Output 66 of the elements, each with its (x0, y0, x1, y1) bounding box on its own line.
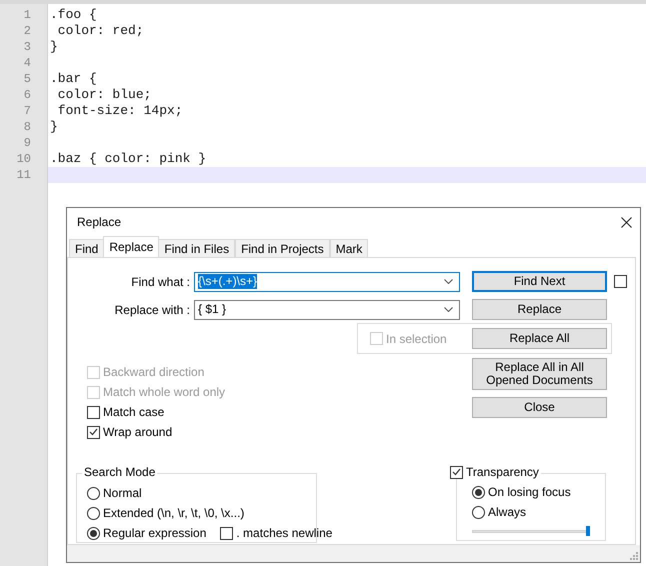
code-line: .baz { color: pink } (50, 151, 206, 166)
line-number: 4 (22, 55, 32, 71)
dialog-button[interactable]: Close (472, 397, 607, 418)
dialog-button[interactable]: Replace (472, 299, 607, 320)
combo-field[interactable]: { $1 } (194, 300, 460, 320)
code-line: color: blue; (56, 87, 152, 102)
checkbox[interactable] (614, 275, 627, 288)
code-line: } (50, 39, 58, 54)
close-icon[interactable] (621, 216, 632, 228)
chevron-down-icon[interactable] (444, 307, 453, 312)
slider-thumb[interactable] (586, 526, 590, 536)
radio-button[interactable] (87, 506, 100, 520)
line-number: 9 (22, 135, 32, 151)
dialog-tab[interactable]: Find (69, 239, 104, 257)
checkbox[interactable] (450, 466, 463, 478)
field-value: { $1 } (198, 302, 226, 317)
checkbox-label: Match case (103, 404, 164, 421)
radio-label: Regular expression (103, 525, 206, 542)
line-number: 8 (22, 119, 32, 135)
checkbox-label: Match whole word only (103, 384, 226, 401)
radio-label: Normal (103, 485, 142, 502)
dialog-button[interactable]: Replace All in All Opened Documents (472, 358, 607, 390)
line-number: 2 (22, 23, 32, 39)
line-number: 10 (16, 151, 32, 167)
dialog-tab[interactable]: Mark (330, 239, 368, 257)
line-number: 7 (22, 103, 32, 119)
checkbox[interactable] (87, 426, 100, 438)
line-number: 11 (16, 167, 32, 183)
radio-label: On losing focus (488, 484, 571, 501)
radio-button[interactable] (87, 486, 100, 500)
line-number: 5 (22, 71, 32, 87)
checkmark-icon (89, 428, 98, 436)
radio-button[interactable] (472, 506, 485, 518)
radio-label: Always (488, 504, 526, 521)
checkbox-label: In selection (386, 330, 448, 348)
transparency-slider[interactable] (472, 526, 590, 536)
checkbox-label: Backward direction (103, 364, 204, 381)
line-number: 1 (22, 7, 32, 23)
checkbox[interactable] (87, 406, 100, 418)
radio-button[interactable] (87, 526, 100, 540)
field-label: Find what : (130, 274, 190, 290)
dialog-tab[interactable]: Find in Projects (235, 239, 330, 257)
chevron-down-icon[interactable] (444, 279, 453, 284)
checkbox-label: Wrap around (103, 424, 172, 441)
dialog-button[interactable]: Find Next (472, 271, 607, 292)
checkmark-icon (452, 468, 461, 476)
dialog-button[interactable]: Replace All (472, 328, 607, 349)
field-label: Replace with : (114, 302, 190, 318)
combo-field[interactable]: {\s+(.+)\s+} (194, 272, 460, 292)
code-line: font-size: 14px; (56, 103, 183, 118)
radio-button[interactable] (472, 486, 485, 498)
group-title: Search Mode (82, 465, 158, 479)
line-number: 6 (22, 87, 32, 103)
code-line: .foo { (50, 7, 97, 22)
resize-grip-icon[interactable] (629, 551, 638, 560)
checkbox[interactable] (220, 526, 234, 540)
code-line: color: red; (56, 23, 144, 38)
checkbox-label: Transparency (466, 465, 539, 479)
code-line: } (50, 119, 58, 134)
line-number: 3 (22, 39, 32, 55)
dialog-title: Replace (77, 214, 122, 231)
code-line: .bar { (50, 71, 97, 86)
field-value: {\s+(.+)\s+} (198, 274, 258, 289)
radio-label: Extended (\n, \r, \t, \0, \x...) (103, 505, 244, 522)
checkbox-label: . matches newline (236, 525, 332, 542)
dialog-tab[interactable]: Find in Files (158, 239, 236, 257)
